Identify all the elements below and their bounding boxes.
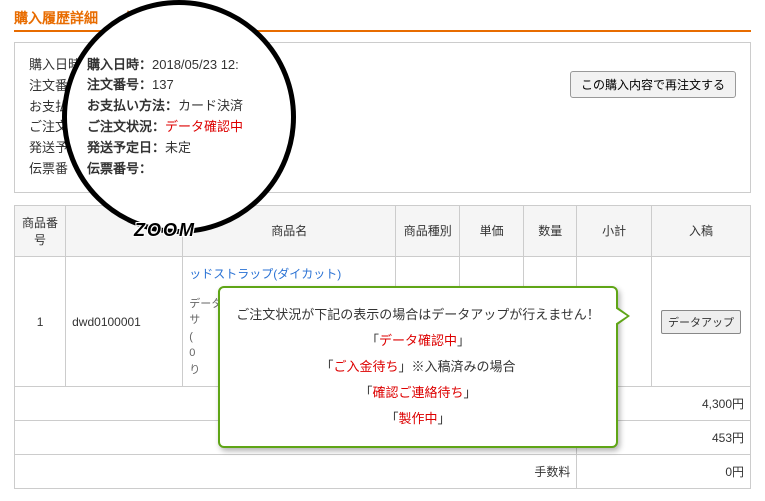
zoom-magnifier: 購入日時：2018/05/23 12: 注文番号：137 お支払い方法：カード決… [62,0,296,234]
callout-arrow-inner [615,308,627,324]
zoom-tag-label: ZOOM [134,220,196,241]
callout-item: 「ご入金待ち」※入稿済みの場合 [236,354,600,380]
totals-label: 手数料 [15,455,577,489]
zoom-label: 発送予定日： [87,140,165,155]
zoom-label: 注文番号： [87,77,152,92]
zoom-label: 購入日時： [87,57,152,72]
info-label: 発送予 [29,138,68,159]
product-link[interactable]: ッドストラップ(ダイカット) [189,267,341,281]
zoom-value-red: データ確認中 [165,119,243,134]
callout-item: 「製作中」 [236,406,600,432]
col-header-qty: 数量 [524,205,577,256]
upload-button[interactable]: データアップ [661,310,741,334]
cell-no: 1 [15,256,66,387]
totals-value: 0円 [577,455,751,489]
zoom-value: 未定 [165,140,191,155]
callout-lead: ご注文状況が下記の表示の場合はデータアップが行えません！ [236,302,600,328]
cell-upload: データアップ [651,256,750,387]
col-header-upload: 入稿 [651,205,750,256]
col-header-no: 商品番号 [15,205,66,256]
cell-code: dwd0100001 [66,256,183,387]
zoom-value: 137 [152,77,174,92]
callout-item: 「データ確認中」 [236,328,600,354]
reorder-button[interactable]: この購入内容で再注文する [570,71,736,98]
info-label: 伝票番 [29,159,68,180]
zoom-label: ご注文状況： [87,119,165,134]
zoom-label: 伝票番号： [87,161,152,176]
zoom-value: 2018/05/23 12: [152,57,239,72]
totals-row: 手数料 0円 [15,455,751,489]
title-main: 購入履歴詳細 [14,10,98,26]
col-header-unit: 単価 [460,205,524,256]
zoom-value: カード決済 [178,98,243,113]
col-header-subtotal: 小計 [577,205,652,256]
callout-item: 「確認ご連絡待ち」 [236,380,600,406]
callout-box: ご注文状況が下記の表示の場合はデータアップが行えません！ 「データ確認中」 「ご… [218,286,618,448]
col-header-type: 商品種別 [396,205,460,256]
zoom-label: お支払い方法： [87,98,178,113]
